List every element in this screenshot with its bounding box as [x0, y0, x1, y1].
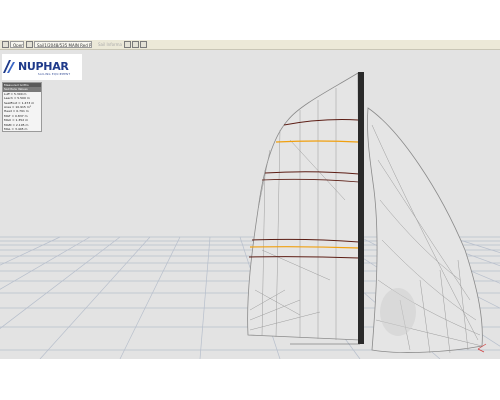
print-icon[interactable]: [132, 41, 139, 48]
measurement-row: MGL = 3.445 m: [4, 127, 28, 132]
print-preview-icon[interactable]: [140, 41, 147, 48]
logo-text: NUPHAR: [18, 60, 69, 73]
headsail[interactable]: [367, 107, 483, 354]
logo-mark-icon: [3, 60, 15, 73]
save-icon[interactable]: [124, 41, 131, 48]
measurement-panel: Measured Girths Sail Rule Values Luff = …: [2, 82, 42, 133]
sail-viewer-app: Open... Sail1/2048/535 MAIN Red Paperboy…: [0, 0, 500, 400]
folder-icon[interactable]: [2, 41, 9, 48]
logo-subtitle: SAILING EQUIPMENT: [38, 73, 71, 76]
toolbar: Open... Sail1/2048/535 MAIN Red Paperboy…: [0, 40, 500, 50]
file-icon: [26, 41, 33, 48]
sail-info-button[interactable]: Sail Information: [98, 41, 122, 48]
bottom-blank-area: [0, 359, 500, 400]
mainsail[interactable]: [247, 72, 361, 341]
nuphar-logo: NUPHAR SAILING EQUIPMENT: [2, 54, 82, 80]
sail-3d-scene[interactable]: [0, 50, 500, 359]
mast[interactable]: [358, 72, 364, 344]
3d-viewport[interactable]: [0, 50, 500, 359]
file-selector[interactable]: Sail1/2048/535 MAIN Red Paperboy: [34, 41, 92, 48]
open-button[interactable]: Open...: [10, 41, 24, 48]
